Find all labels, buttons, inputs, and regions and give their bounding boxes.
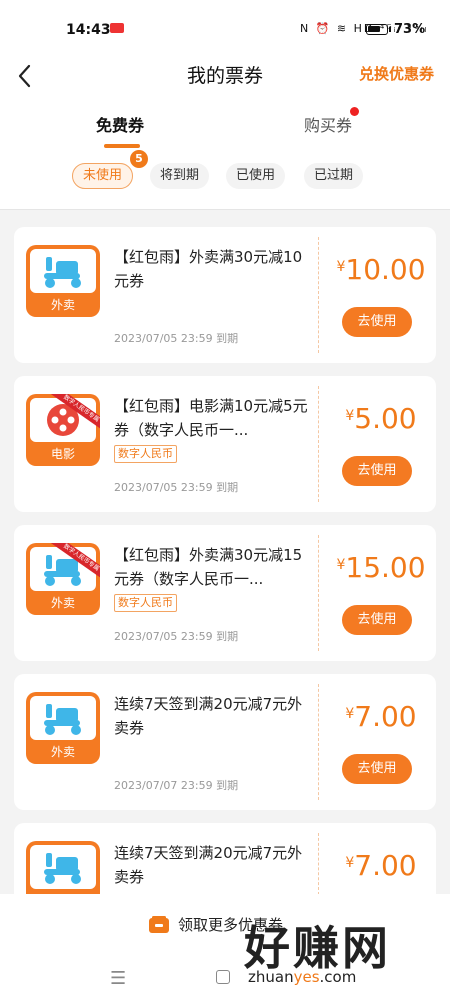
coupon-title: 【红包雨】外卖满30元减15元券（数字人民币一... (114, 546, 303, 588)
filter-expired[interactable]: 已过期 (304, 163, 364, 189)
coupon-category: 外卖 (50, 298, 75, 312)
price-value: 5.00 (354, 402, 417, 435)
coupon-divider (318, 684, 319, 800)
coupon-card[interactable]: 外卖 连续7天签到满20元减7元外卖券 2023/07/07 23:59 到期 … (14, 674, 436, 810)
unused-count-badge: 5 (130, 150, 148, 168)
digital-rmb-tag: 数字人民币 (114, 594, 177, 612)
home-square-icon[interactable] (216, 970, 230, 984)
new-dot-badge (350, 107, 359, 116)
movie-category-icon: 数字人民币专属 电影 (26, 394, 100, 466)
header: 我的票券 兑换优惠券 (0, 56, 450, 100)
currency-symbol: ¥ (345, 408, 355, 424)
coupon-card[interactable]: 数字人民币专属 电影 【红包雨】电影满10元减5元券（数字人民币一... 数字人… (14, 376, 436, 512)
ticket-icon (149, 916, 169, 933)
status-bar: 14:43 N ⏰ ≋ HD ⁴ᴳᵢₗ ⁵ᴳᵢₗ 73% (0, 0, 450, 56)
filter-expiring-soon[interactable]: 将到期 (150, 163, 210, 189)
scooter-icon (44, 257, 81, 288)
coupon-expiry: 2023/07/05 23:59 到期 (114, 481, 239, 494)
delivery-category-icon: 数字人民币专属 外卖 (26, 543, 100, 615)
coupon-price: ¥10.00 (326, 253, 436, 286)
coupon-title: 连续7天签到满20元减7元外卖券 (114, 844, 303, 886)
price-value: 10.00 (345, 253, 426, 286)
digital-rmb-tag: 数字人民币 (114, 445, 177, 463)
coupon-category: 电影 (50, 447, 75, 461)
coupon-title: 【红包雨】外卖满30元减10元券 (114, 248, 303, 290)
coupon-price: ¥7.00 (326, 700, 436, 733)
scooter-icon (44, 704, 81, 735)
price-value: 7.00 (354, 849, 417, 882)
watermark-url-part: zhuan (248, 968, 294, 986)
redeem-coupon-button[interactable]: 兑换优惠券 (359, 63, 434, 84)
coupon-divider (318, 386, 319, 502)
use-coupon-button[interactable]: 去使用 (342, 605, 412, 635)
coupon-category: 外卖 (50, 745, 75, 759)
tab-free-coupons[interactable]: 免费券 (96, 112, 144, 136)
use-coupon-button[interactable]: 去使用 (342, 307, 412, 337)
scooter-icon (44, 853, 81, 884)
menu-icon[interactable]: ☰ (110, 968, 126, 989)
filter-used[interactable]: 已使用 (226, 163, 286, 189)
coupon-expiry: 2023/07/07 23:59 到期 (114, 779, 239, 792)
coupon-list[interactable]: 外卖 【红包雨】外卖满30元减10元券 2023/07/05 23:59 到期 … (0, 210, 450, 894)
battery-percent: 73% (394, 22, 426, 37)
watermark-url: zhuanyes.com (248, 968, 356, 986)
scooter-icon (44, 555, 81, 586)
use-coupon-button[interactable]: 去使用 (342, 754, 412, 784)
coupon-card[interactable]: 外卖 【红包雨】外卖满30元减10元券 2023/07/05 23:59 到期 … (14, 227, 436, 363)
coupon-expiry: 2023/07/05 23:59 到期 (114, 332, 239, 345)
film-reel-icon (47, 404, 79, 436)
battery-icon (366, 24, 391, 35)
price-value: 15.00 (345, 551, 426, 584)
use-coupon-button[interactable]: 去使用 (342, 456, 412, 486)
delivery-category-icon: 外卖 (26, 841, 100, 894)
coupon-divider (318, 535, 319, 651)
tab-bar: 免费券 购买券 (0, 100, 450, 156)
watermark-url-highlight: yes (293, 968, 320, 986)
coupon-expiry: 2023/07/05 23:59 到期 (114, 630, 239, 643)
delivery-category-icon: 外卖 (26, 692, 100, 764)
coupon-price: ¥5.00 (326, 402, 436, 435)
coupon-divider (318, 833, 319, 894)
tab-active-indicator (104, 144, 140, 148)
watermark-url-part: .com (319, 968, 357, 986)
coupon-title: 【红包雨】电影满10元减5元券（数字人民币一... (114, 397, 308, 439)
tab-purchased-coupons[interactable]: 购买券 (304, 112, 352, 136)
coupon-price: ¥15.00 (326, 551, 436, 584)
coupon-card[interactable]: 外卖 连续7天签到满20元减7元外卖券 ¥7.00 (14, 823, 436, 894)
price-value: 7.00 (354, 700, 417, 733)
notification-icon (110, 23, 124, 33)
delivery-category-icon: 外卖 (26, 245, 100, 317)
currency-symbol: ¥ (345, 706, 355, 722)
coupon-divider (318, 237, 319, 353)
status-time: 14:43 (66, 22, 111, 38)
filter-bar: 未使用 5 将到期 已使用 已过期 (0, 150, 450, 210)
battery-fill (368, 26, 380, 32)
filter-unused[interactable]: 未使用 (72, 163, 134, 189)
coupon-card[interactable]: 数字人民币专属 外卖 【红包雨】外卖满30元减15元券（数字人民币一... 数字… (14, 525, 436, 661)
currency-symbol: ¥ (345, 855, 355, 871)
coupon-title: 连续7天签到满20元减7元外卖券 (114, 695, 303, 737)
coupon-category: 外卖 (50, 596, 75, 610)
coupon-price: ¥7.00 (326, 849, 436, 882)
